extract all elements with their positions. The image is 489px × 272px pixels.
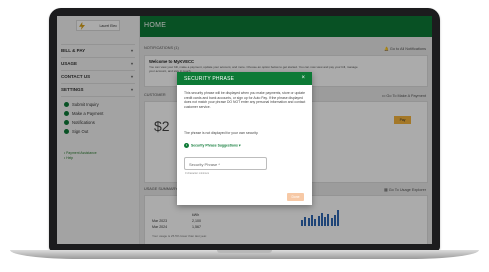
lightbulb-icon: •	[184, 143, 189, 148]
screen: Laurel Elec BILL & PAY ▾ USAGE ▾ CONTACT…	[57, 16, 432, 244]
done-button[interactable]: Done	[287, 193, 304, 201]
suggestions-toggle[interactable]: • Security Phrase Suggestions ▾	[184, 143, 241, 148]
laptop-notch	[217, 250, 272, 253]
close-icon[interactable]: ×	[301, 75, 305, 81]
security-phrase-field	[184, 157, 267, 170]
modal-title: SECURITY PHRASE	[184, 76, 235, 82]
suggestions-label: Security Phrase Suggestions	[191, 143, 238, 148]
modal-note: The phrase is not displayed for your own…	[184, 131, 259, 135]
chevron-down-icon: ▾	[238, 143, 241, 148]
security-phrase-modal: SECURITY PHRASE × This security phrase w…	[177, 72, 312, 205]
input-hint: 0 character minimum	[185, 172, 210, 175]
modal-description: This security phrase will be displayed w…	[184, 91, 306, 109]
security-phrase-input[interactable]	[189, 161, 263, 167]
modal-header: SECURITY PHRASE ×	[177, 72, 312, 85]
